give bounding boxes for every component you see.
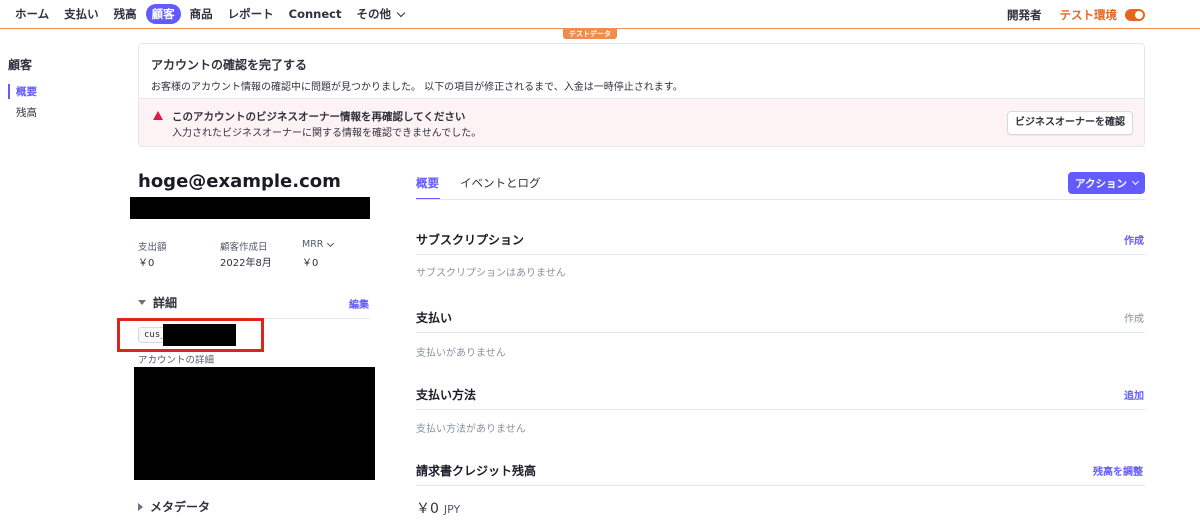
create-subscription-link[interactable]: 作成: [1124, 232, 1144, 247]
banner-description: お客様のアカウント情報の確認中に問題が見つかりました。 以下の項目が修正されるま…: [151, 82, 683, 93]
stat-value-mrr: ￥0: [302, 258, 319, 269]
nav-right: 開発者 テスト環境: [1007, 0, 1145, 29]
banner-title: アカウントの確認を完了する: [151, 58, 308, 72]
nav-item-products[interactable]: 商品: [184, 4, 219, 24]
nav-item-payments[interactable]: 支払い: [58, 4, 105, 24]
test-mode-label: テスト環境: [1059, 7, 1118, 22]
divider: [416, 332, 1145, 333]
alert-title: このアカウントのビジネスオーナー情報を再確認してください: [172, 111, 466, 123]
stat-value-created: 2022年8月: [220, 258, 272, 269]
sidebar-item-balances[interactable]: 残高: [8, 105, 37, 120]
stat-label-created: 顧客作成日: [220, 242, 268, 253]
chevron-down-icon: [396, 8, 406, 17]
banner-alert: このアカウントのビジネスオーナー情報を再確認してください 入力されたビジネスオー…: [139, 99, 1144, 146]
test-mode-toggle[interactable]: テスト環境: [1059, 7, 1145, 23]
banner-header: アカウントの確認を完了する お客様のアカウント情報の確認中に問題が見つかりました…: [139, 44, 1144, 99]
verification-banner: アカウントの確認を完了する お客様のアカウント情報の確認中に問題が見つかりました…: [138, 43, 1145, 147]
developers-link[interactable]: 開発者: [1007, 7, 1042, 23]
annotation-highlight-box: [117, 318, 264, 352]
subscriptions-empty: サブスクリプションはありません: [416, 268, 566, 279]
warning-icon: [153, 111, 163, 120]
actions-label: アクション: [1075, 177, 1127, 190]
mrr-label: MRR: [302, 239, 324, 250]
metadata-toggle[interactable]: メタデータ: [138, 498, 210, 515]
divider: [416, 254, 1145, 255]
payments-title: 支払い: [416, 311, 453, 325]
tabs-divider: [416, 199, 1145, 200]
nav-item-more[interactable]: その他: [350, 4, 410, 24]
credit-balance-currency: JPY: [443, 503, 461, 516]
account-details-label: アカウントの詳細: [138, 355, 215, 366]
credit-balance-value: ￥0 JPY: [416, 498, 460, 518]
test-data-badge: テストデータ: [563, 29, 617, 39]
edit-details-link[interactable]: 編集: [349, 296, 369, 311]
credit-balance-amount: ￥0: [416, 501, 439, 517]
nav-item-home[interactable]: ホーム: [9, 4, 55, 24]
customer-email: hoge@example.com: [138, 171, 341, 192]
redacted-block: [134, 367, 375, 480]
stat-label-spent: 支出額: [138, 242, 167, 253]
nav-item-reports[interactable]: レポート: [222, 4, 280, 24]
stat-label-mrr[interactable]: MRR: [302, 239, 335, 250]
nav-items: ホーム 支払い 残高 顧客 商品 レポート Connect その他: [0, 4, 413, 24]
sidebar-item-overview[interactable]: 概要: [8, 84, 37, 99]
alert-description: 入力されたビジネスオーナーに関する情報を確認できませんでした。: [172, 128, 482, 139]
credit-balance-title: 請求書クレジット残高: [416, 464, 537, 478]
sidebar-title: 顧客: [8, 58, 33, 72]
nav-item-balances[interactable]: 残高: [108, 4, 143, 24]
tab-overview[interactable]: 概要: [416, 175, 439, 191]
actions-button[interactable]: アクション: [1068, 172, 1145, 194]
divider: [416, 409, 1145, 410]
nav-more-label: その他: [356, 7, 391, 21]
adjust-balance-link[interactable]: 残高を調整: [1093, 463, 1143, 478]
subscriptions-title: サブスクリプション: [416, 233, 525, 247]
chevron-down-icon: [1131, 177, 1140, 186]
add-payment-method-link[interactable]: 追加: [1124, 387, 1144, 402]
chevron-down-icon: [327, 239, 335, 247]
payment-methods-title: 支払い方法: [416, 388, 477, 402]
details-title: 詳細: [153, 296, 178, 310]
create-payment-link[interactable]: 作成: [1124, 310, 1144, 325]
nav-item-connect[interactable]: Connect: [283, 5, 348, 23]
caret-right-icon: [138, 502, 143, 511]
top-nav: ホーム 支払い 残高 顧客 商品 レポート Connect その他 開発者 テス…: [0, 0, 1200, 29]
stat-value-spent: ￥0: [138, 258, 155, 269]
toggle-switch-icon[interactable]: [1125, 8, 1145, 21]
payment-methods-empty: 支払い方法がありません: [416, 424, 526, 435]
divider: [416, 485, 1145, 486]
metadata-title: メタデータ: [150, 500, 211, 514]
redacted-block: [130, 197, 370, 219]
details-toggle[interactable]: 詳細: [138, 294, 177, 311]
nav-item-customers[interactable]: 顧客: [145, 4, 181, 24]
caret-down-icon: [138, 300, 146, 305]
payments-empty: 支払いがありません: [416, 348, 506, 359]
tab-events-logs[interactable]: イベントとログ: [460, 175, 541, 191]
verify-business-owner-button[interactable]: ビジネスオーナーを確認: [1007, 111, 1133, 135]
